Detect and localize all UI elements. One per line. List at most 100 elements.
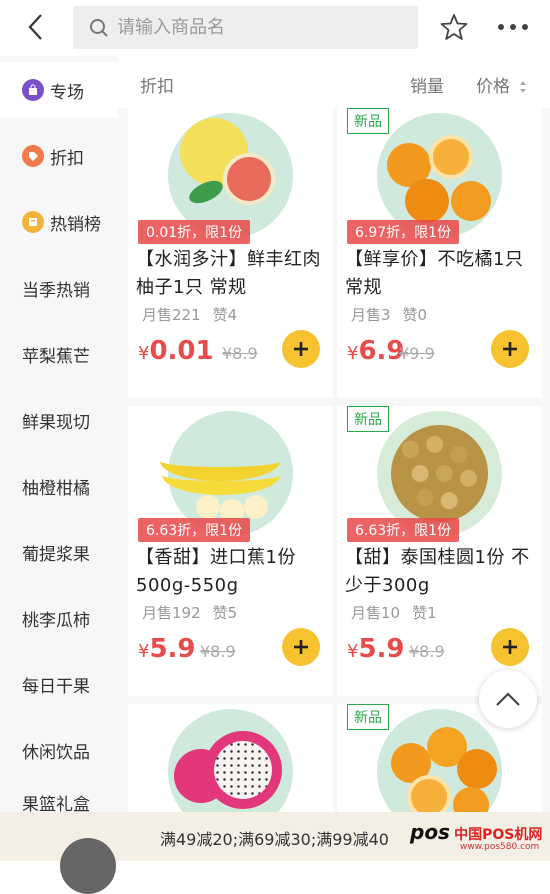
sidebar-item-label: 专场 [50,82,84,103]
likes-count: 赞5 [212,604,238,622]
product-stats: 月售221 赞4 [142,304,249,325]
back-to-top-button[interactable] [479,670,537,728]
watermark-url: www.pos580.com [460,842,540,852]
original-price: ¥8.9 [409,642,445,661]
sidebar-item-drinks[interactable]: 休闲饮品 [0,722,118,778]
promo-badge: 6.97折，限1份 [347,220,460,244]
search-box[interactable] [73,6,418,49]
add-to-cart-button[interactable] [282,628,320,666]
star-icon [440,14,468,40]
plus-icon [294,640,308,654]
sidebar-item-apple-pear[interactable]: 苹梨蕉芒 [0,326,118,382]
sidebar-item-label: 葡提浆果 [22,544,90,565]
likes-count: 赞0 [402,306,428,324]
sort-sales-button[interactable]: 销量 [410,72,444,97]
sidebar-item-label: 休闲饮品 [22,742,90,763]
watermark-logo: pos [410,820,450,844]
product-card[interactable]: 6.63折，限1份 【香甜】进口蕉1份 500g-550g 月售192 赞5 ¥5… [128,406,333,696]
sidebar-item-label: 果篮礼盒 [22,795,90,812]
filter-bar: 折扣 销量 价格 [118,56,550,108]
more-dots-icon [498,24,528,30]
sidebar-item-gift-basket[interactable]: 果篮礼盒 [0,788,118,812]
likes-count: 赞4 [212,306,238,324]
sidebar-item-label: 每日干果 [22,676,90,697]
watermark-site: 中国POS机网 [454,827,543,843]
product-name: 【鲜享价】不吃橘1只 常规 [345,249,524,298]
tag-icon [22,145,44,167]
sidebar-item-label: 折扣 [50,148,84,169]
price-value: 0.01 [149,336,214,366]
chevron-up-icon [496,692,520,706]
sort-arrows-icon [520,81,527,93]
product-stats: 月售3 赞0 [351,304,439,325]
sidebar-item-discount[interactable]: 折扣 [0,128,118,184]
likes-count: 赞1 [412,604,437,622]
product-stats: 月售192 赞5 [142,602,249,623]
cart-button[interactable] [60,838,116,894]
currency-symbol: ¥ [138,343,150,364]
plus-icon [503,342,517,356]
search-input[interactable] [117,17,397,38]
monthly-sales: 月售3 [351,306,391,324]
add-to-cart-button[interactable] [282,330,320,368]
original-price: ¥9.9 [399,344,435,363]
promo-badge: 6.63折，限1份 [138,518,251,542]
add-to-cart-button[interactable] [491,330,529,368]
section-title: 折扣 [140,77,174,97]
sidebar-item-hot-list[interactable]: 热销榜 [0,194,118,250]
currency-symbol: ¥ [347,641,359,662]
original-price: ¥8.9 [200,642,236,661]
currency-symbol: ¥ [138,641,150,662]
favorite-button[interactable] [440,13,468,41]
product-card[interactable]: 新品 6.63折，限1份 【甜】泰国桂圆1份 不少于300g 月售10 赞1 ¥5… [337,406,542,696]
search-icon [90,18,108,37]
plus-icon [503,640,517,654]
price-value: 5.9 [149,634,196,664]
sidebar-item-label: 当季热销 [22,280,90,301]
price-value: 6.9 [358,336,405,366]
rank-icon [22,211,44,233]
price-value: 5.9 [358,634,405,664]
monthly-sales: 月售192 [142,604,201,622]
product-name: 【水润多汁】鲜丰红肉柚子1只 常规 [136,249,321,298]
product-price: ¥5.9 [138,634,196,664]
original-price: ¥8.9 [222,344,258,363]
sidebar-item-dried-fruit[interactable]: 每日干果 [0,656,118,712]
sidebar-item-label: 热销榜 [50,214,101,235]
sidebar-item-label: 桃李瓜柿 [22,610,90,631]
add-to-cart-button[interactable] [491,628,529,666]
chevron-left-icon [28,14,42,40]
product-card[interactable]: 新品 6.97折，限1份 【鲜享价】不吃橘1只 常规 月售3 赞0 ¥6.9 ¥9… [337,108,542,398]
sidebar-item-label: 苹梨蕉芒 [22,346,90,367]
category-sidebar: 专场 折扣 热销榜 当季热销 苹梨蕉芒 鲜果现切 柚橙柑橘 葡提浆果 桃李瓜柿 … [0,56,118,861]
bag-icon [22,79,44,101]
promo-badge: 0.01折，限1份 [138,220,251,244]
new-product-tag: 新品 [347,704,389,730]
sort-price-label: 价格 [476,77,510,97]
watermark: pos 中国POS机网 www.pos580.com [410,820,542,852]
new-product-tag: 新品 [347,108,389,134]
more-button[interactable] [496,16,530,38]
monthly-sales: 月售221 [142,306,201,324]
product-price: ¥6.9 [347,336,405,366]
sidebar-item-citrus[interactable]: 柚橙柑橘 [0,458,118,514]
sidebar-item-seasonal[interactable]: 当季热销 [0,260,118,316]
product-list: 0.01折，限1份 【水润多汁】鲜丰红肉柚子1只 常规 月售221 赞4 ¥0.0… [118,108,550,861]
new-product-tag: 新品 [347,406,389,432]
sidebar-item-fresh-cut[interactable]: 鲜果现切 [0,392,118,448]
sidebar-item-grapes-berries[interactable]: 葡提浆果 [0,524,118,580]
product-card[interactable]: 0.01折，限1份 【水润多汁】鲜丰红肉柚子1只 常规 月售221 赞4 ¥0.0… [128,108,333,398]
sort-price-button[interactable]: 价格 [476,72,527,97]
plus-icon [294,342,308,356]
product-price: ¥0.01 [138,336,214,366]
top-bar [0,0,550,56]
sidebar-item-label: 柚橙柑橘 [22,478,90,499]
sidebar-item-special[interactable]: 专场 [0,62,118,118]
back-button[interactable] [22,12,52,42]
monthly-sales: 月售10 [351,604,401,622]
sidebar-item-label: 鲜果现切 [22,412,90,433]
discount-rules: 满49减20;满69减30;满99减40 [160,830,389,849]
promo-badge: 6.63折，限1份 [347,518,460,542]
sidebar-item-peach-plum[interactable]: 桃李瓜柿 [0,590,118,646]
currency-symbol: ¥ [347,343,359,364]
